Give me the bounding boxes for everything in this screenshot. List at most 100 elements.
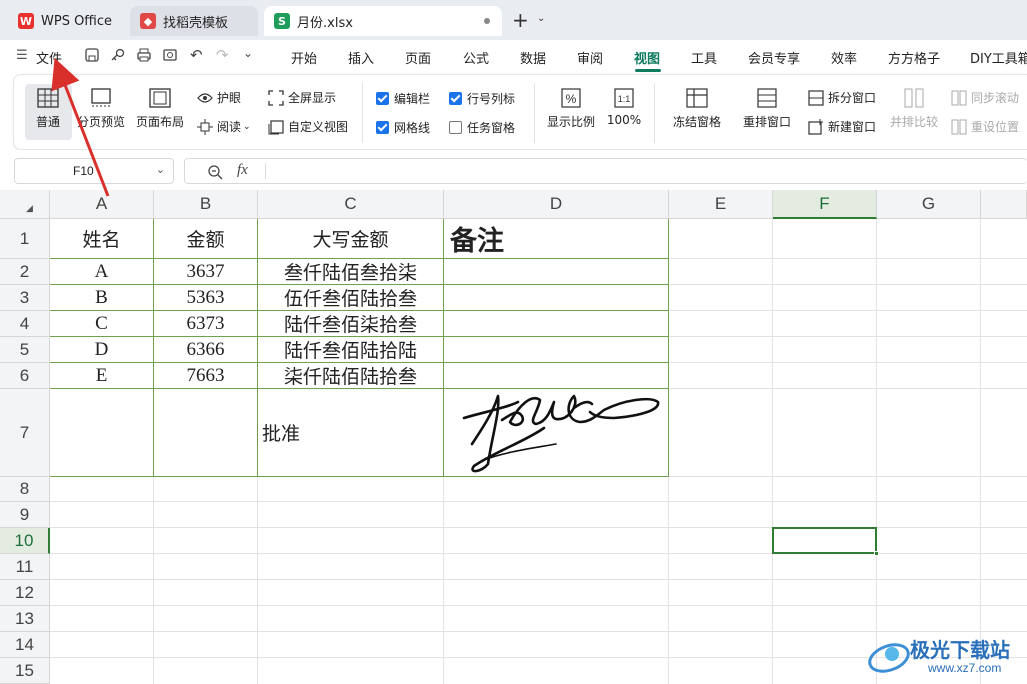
- menu-formula[interactable]: 公式: [463, 48, 489, 67]
- cell-c3[interactable]: 伍仟叁佰陆拾叁: [258, 285, 443, 310]
- cell-b2[interactable]: 3637: [154, 259, 257, 284]
- reading-mode-button[interactable]: 阅读 ⌄: [197, 118, 251, 135]
- cell-c5[interactable]: 陆仟叁佰陆拾陆: [258, 337, 443, 362]
- column-header-d[interactable]: D: [444, 190, 669, 219]
- hamburger-icon[interactable]: ☰: [16, 48, 28, 63]
- column-header-c[interactable]: C: [258, 190, 444, 219]
- new-tab-plus-icon[interactable]: +: [512, 8, 529, 32]
- zoom-ratio-button[interactable]: % 显示比例: [544, 88, 598, 130]
- row-header-11[interactable]: 11: [0, 554, 50, 580]
- cell-a6[interactable]: E: [50, 363, 153, 388]
- tab-list-chevron-icon[interactable]: ⌄: [537, 13, 545, 24]
- cell-a5[interactable]: D: [50, 337, 153, 362]
- name-box[interactable]: F10 ⌄: [14, 158, 174, 184]
- save-icon[interactable]: [84, 47, 100, 63]
- fill-handle[interactable]: [874, 551, 879, 556]
- menu-file[interactable]: 文件: [36, 48, 62, 67]
- fullscreen-button[interactable]: 全屏显示: [268, 89, 336, 106]
- page-break-preview-button[interactable]: 分页预览: [76, 88, 126, 130]
- column-header-g[interactable]: G: [877, 190, 981, 219]
- cell-a4[interactable]: C: [50, 311, 153, 336]
- new-window-button[interactable]: 新建窗口: [808, 118, 876, 135]
- eye-protect-button[interactable]: 护眼: [197, 89, 241, 106]
- print-preview-icon[interactable]: [162, 47, 178, 63]
- menu-review[interactable]: 审阅: [577, 48, 603, 67]
- quick-access-chevron-icon[interactable]: ⌄: [243, 46, 253, 60]
- cell-b1[interactable]: 金额: [154, 219, 257, 258]
- undo-icon[interactable]: ↶: [190, 46, 203, 64]
- row-header-4[interactable]: 4: [0, 311, 50, 337]
- row-header-3[interactable]: 3: [0, 285, 50, 311]
- cell-c4[interactable]: 陆仟叁佰柒拾叁: [258, 311, 443, 336]
- side-by-side-button[interactable]: 并排比较: [888, 88, 940, 130]
- row-header-8[interactable]: 8: [0, 477, 50, 502]
- chevron-down-icon[interactable]: ⌄: [156, 163, 165, 176]
- menu-home[interactable]: 开始: [291, 48, 317, 67]
- tab-workbook[interactable]: S 月份.xlsx: [264, 6, 502, 36]
- menu-page[interactable]: 页面: [405, 48, 431, 67]
- cell-b4[interactable]: 6373: [154, 311, 257, 336]
- cell-c1[interactable]: 大写金额: [258, 219, 443, 258]
- menu-insert[interactable]: 插入: [348, 48, 374, 67]
- cell-d1[interactable]: 备注: [444, 219, 668, 258]
- task-pane-checkbox[interactable]: 任务窗格: [449, 119, 515, 136]
- headings-checkbox[interactable]: 行号列标: [449, 90, 515, 107]
- select-all-corner[interactable]: ◢: [0, 190, 50, 219]
- menu-data[interactable]: 数据: [520, 48, 546, 67]
- lock-key-icon[interactable]: [110, 47, 126, 63]
- edit-bar-checkbox[interactable]: 编辑栏: [376, 90, 430, 107]
- menu-view-active[interactable]: 视图: [634, 48, 660, 67]
- sync-scroll-button[interactable]: 同步滚动: [951, 89, 1019, 106]
- redo-icon[interactable]: ↷: [216, 46, 229, 64]
- fx-icon[interactable]: fx: [237, 162, 248, 179]
- row-header-2[interactable]: 2: [0, 259, 50, 285]
- column-header-f[interactable]: F: [773, 190, 877, 219]
- freeze-panes-button[interactable]: 冻结窗格: [664, 88, 730, 130]
- normal-view-button[interactable]: 普通: [26, 88, 70, 130]
- cell-c2[interactable]: 叁仟陆佰叁拾柒: [258, 259, 443, 284]
- row-header-13[interactable]: 13: [0, 606, 50, 632]
- menu-ffgz[interactable]: 方方格子: [888, 48, 940, 67]
- column-header-h[interactable]: [981, 190, 1027, 219]
- cell-c6[interactable]: 柒仟陆佰陆拾叁: [258, 363, 443, 388]
- row-header-10[interactable]: 10: [0, 528, 50, 554]
- rearrange-windows-button[interactable]: 重排窗口: [734, 88, 800, 130]
- row-header-5[interactable]: 5: [0, 337, 50, 363]
- split-window-button[interactable]: 拆分窗口: [808, 89, 876, 106]
- selected-cell-f10[interactable]: [772, 527, 877, 554]
- row-header-12[interactable]: 12: [0, 580, 50, 606]
- custom-view-button[interactable]: 自定义视图: [268, 118, 348, 135]
- cell-c7[interactable]: 批准: [258, 389, 443, 476]
- cell-a1[interactable]: 姓名: [50, 219, 153, 258]
- page-layout-button[interactable]: 页面布局: [134, 88, 186, 130]
- menu-diy-toolbox[interactable]: DIY工具箱: [970, 48, 1027, 67]
- zoom-100-button[interactable]: 1:1 100%: [606, 88, 642, 127]
- row-header-7[interactable]: 7: [0, 389, 50, 477]
- gridlines-checkbox[interactable]: 网格线: [376, 119, 430, 136]
- cell-a3[interactable]: B: [50, 285, 153, 310]
- column-header-e[interactable]: E: [669, 190, 773, 219]
- tab-wps-office[interactable]: W WPS Office: [8, 6, 124, 36]
- formula-bar: F10 ⌄ fx: [0, 150, 1027, 190]
- menu-member[interactable]: 会员专享: [748, 48, 800, 67]
- formula-input[interactable]: fx: [184, 158, 1027, 184]
- column-header-a[interactable]: A: [50, 190, 154, 219]
- row-header-1[interactable]: 1: [0, 219, 50, 259]
- row-header-15[interactable]: 15: [0, 658, 50, 684]
- cell-b5[interactable]: 6366: [154, 337, 257, 362]
- print-icon[interactable]: [136, 47, 152, 63]
- cell-b3[interactable]: 5363: [154, 285, 257, 310]
- reset-position-button[interactable]: 重设位置: [951, 118, 1019, 135]
- unsaved-dot-icon[interactable]: [484, 18, 490, 24]
- cell-a2[interactable]: A: [50, 259, 153, 284]
- cell-b6[interactable]: 7663: [154, 363, 257, 388]
- row-header-9[interactable]: 9: [0, 502, 50, 528]
- signature-image[interactable]: [454, 382, 664, 476]
- tab-daoke-templates[interactable]: ◆ 找稻壳模板: [130, 6, 258, 36]
- row-header-14[interactable]: 14: [0, 632, 50, 658]
- column-header-b[interactable]: B: [154, 190, 258, 219]
- menu-efficiency[interactable]: 效率: [831, 48, 857, 67]
- menu-tools[interactable]: 工具: [691, 48, 717, 67]
- zoom-search-icon[interactable]: [207, 164, 223, 180]
- row-header-6[interactable]: 6: [0, 363, 50, 389]
